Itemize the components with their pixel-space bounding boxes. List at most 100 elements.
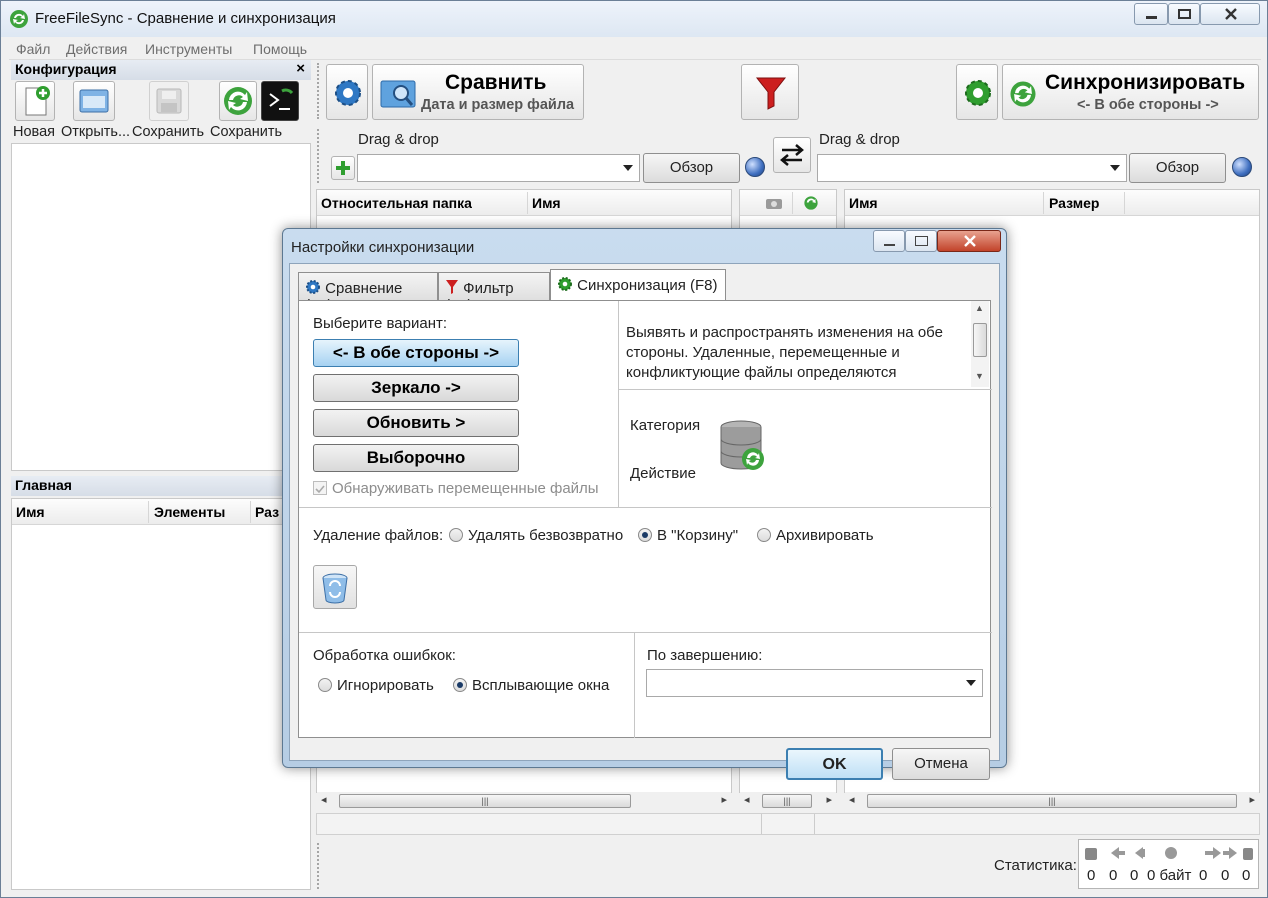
left-dnd-label: Drag & drop [358, 131, 439, 148]
synchronize-button[interactable]: Синхронизировать <- В обе стороны -> [1002, 64, 1259, 120]
stats-box: 0 0 0 0 байт 0 0 0 [1078, 839, 1259, 889]
dialog-maximize-button[interactable] [905, 230, 937, 252]
maximize-button[interactable] [1168, 3, 1200, 25]
dialog-title: Настройки синхронизации [291, 239, 475, 256]
col-left-name[interactable]: Имя [532, 195, 561, 211]
middle-scroll-thumb[interactable]: ||| [762, 794, 812, 808]
stat-value: 0 [1130, 867, 1139, 884]
compare-button[interactable]: Сравнить Дата и размер файла [372, 64, 584, 120]
dialog-close-button[interactable] [937, 230, 1001, 252]
description-scrollbar[interactable]: ▲ ▼ [971, 301, 989, 387]
swap-sides-button[interactable] [773, 137, 811, 173]
variant-custom-button[interactable]: Выборочно [313, 444, 519, 472]
left-scroll-thumb[interactable]: ||| [339, 794, 631, 808]
new-config-button[interactable] [15, 81, 55, 121]
detect-moved-checkbox[interactable] [313, 481, 327, 495]
left-browse-button[interactable]: Обзор [643, 153, 740, 183]
synchronize-icon [1010, 81, 1036, 107]
scroll-right-icon[interactable]: ▸ [826, 793, 832, 806]
right-folder-input[interactable] [817, 154, 1127, 182]
add-folder-pair-button[interactable] [331, 156, 355, 180]
recycle-bin-radio[interactable] [638, 528, 652, 542]
camera-icon[interactable] [765, 196, 783, 210]
scroll-left-icon[interactable]: ◂ [849, 793, 855, 806]
scroll-up-icon[interactable]: ▲ [975, 303, 984, 313]
stat-value: 0 [1087, 867, 1096, 884]
save-as-label: Сохранить [210, 124, 283, 140]
col-elements[interactable]: Элементы [154, 504, 225, 520]
menu-help[interactable]: Помощь [253, 41, 307, 57]
close-button[interactable] [1200, 3, 1260, 25]
sync-icon [224, 87, 252, 115]
popup-errors-radio[interactable] [453, 678, 467, 692]
cancel-button[interactable]: Отмена [892, 748, 990, 780]
scroll-right-icon[interactable]: ▸ [721, 793, 727, 806]
scroll-down-icon[interactable]: ▼ [975, 371, 984, 381]
ignore-errors-radio[interactable] [318, 678, 332, 692]
right-dnd-label: Drag & drop [819, 131, 900, 148]
on-finish-select[interactable] [646, 669, 983, 697]
dialog-body: Сравнение (F6) Фильтр (F7) Синхронизация… [289, 263, 1000, 780]
archive-radio[interactable] [757, 528, 771, 542]
tab-filter[interactable]: Фильтр (F7) [438, 272, 550, 314]
dialog-minimize-button[interactable] [873, 230, 905, 252]
middle-hscrollbar[interactable]: ◂ ||| ▸ [740, 792, 836, 810]
gear-icon [306, 280, 320, 294]
deletion-label: Удаление файлов: [313, 527, 444, 544]
col-name[interactable]: Имя [16, 504, 45, 520]
menu-file[interactable]: Файл [16, 41, 50, 57]
stats-icons [1085, 847, 1253, 860]
ok-button[interactable]: OK [786, 748, 883, 780]
save-batch-button[interactable] [219, 81, 257, 121]
filter-funnel-icon [446, 280, 458, 294]
sync-settings-dialog: Настройки синхронизации Сравнение (F6) Ф… [282, 228, 1007, 780]
folder-grip[interactable] [317, 129, 321, 183]
main-title-text: Главная [15, 477, 72, 493]
main-list[interactable] [11, 498, 311, 890]
col-right-name[interactable]: Имя [849, 195, 878, 211]
variant-update-button[interactable]: Обновить > [313, 409, 519, 437]
left-folder-input[interactable] [357, 154, 640, 182]
toolbar-grip[interactable] [317, 63, 321, 119]
close-icon [964, 235, 976, 247]
sync-settings-button[interactable] [956, 64, 998, 120]
stats-label: Статистика: [994, 857, 1077, 874]
batch-terminal-button[interactable] [261, 81, 299, 121]
menu-tools[interactable]: Инструменты [145, 41, 232, 57]
col-size[interactable]: Размер [1049, 195, 1099, 211]
scroll-left-icon[interactable]: ◂ [744, 793, 750, 806]
tab-synchronization[interactable]: Синхронизация (F8) [550, 269, 726, 301]
config-list[interactable] [11, 143, 311, 471]
filter-button[interactable] [741, 64, 799, 120]
open-label: Открыть... [61, 124, 131, 140]
col-relative-folder[interactable]: Относительная папка [321, 195, 472, 211]
stats-grip[interactable] [317, 843, 321, 889]
left-globe-icon[interactable] [745, 157, 765, 177]
sync-column-icon[interactable] [802, 194, 820, 212]
description-scroll-thumb[interactable] [973, 323, 987, 357]
col-size[interactable]: Раз [255, 504, 279, 520]
left-hscrollbar[interactable]: ◂ ||| ▸ [317, 792, 731, 810]
right-scroll-thumb[interactable]: ||| [867, 794, 1237, 808]
compare-settings-button[interactable] [326, 64, 368, 120]
variant-two-way-button[interactable]: <- В обе стороны -> [313, 339, 519, 367]
middle-grid-header [740, 190, 836, 216]
scroll-right-icon[interactable]: ▸ [1249, 793, 1255, 806]
right-browse-button[interactable]: Обзор [1129, 153, 1226, 183]
recycle-bin-button[interactable] [313, 565, 357, 609]
open-config-button[interactable] [73, 81, 115, 121]
delete-permanently-radio[interactable] [449, 528, 463, 542]
minimize-button[interactable] [1134, 3, 1168, 25]
config-close-icon[interactable]: × [296, 60, 305, 77]
tab-comparison[interactable]: Сравнение (F6) [298, 272, 438, 314]
variant-mirror-button[interactable]: Зеркало -> [313, 374, 519, 402]
right-globe-icon[interactable] [1232, 157, 1252, 177]
database-sync-icon [720, 420, 764, 470]
menu-actions[interactable]: Действия [66, 41, 127, 57]
checkmark-icon [315, 485, 325, 494]
save-config-button[interactable] [149, 81, 189, 121]
scroll-left-icon[interactable]: ◂ [321, 793, 327, 806]
archive-label: Архивировать [776, 527, 874, 544]
save-disk-icon [156, 88, 182, 114]
right-hscrollbar[interactable]: ◂ ||| ▸ [845, 792, 1259, 810]
